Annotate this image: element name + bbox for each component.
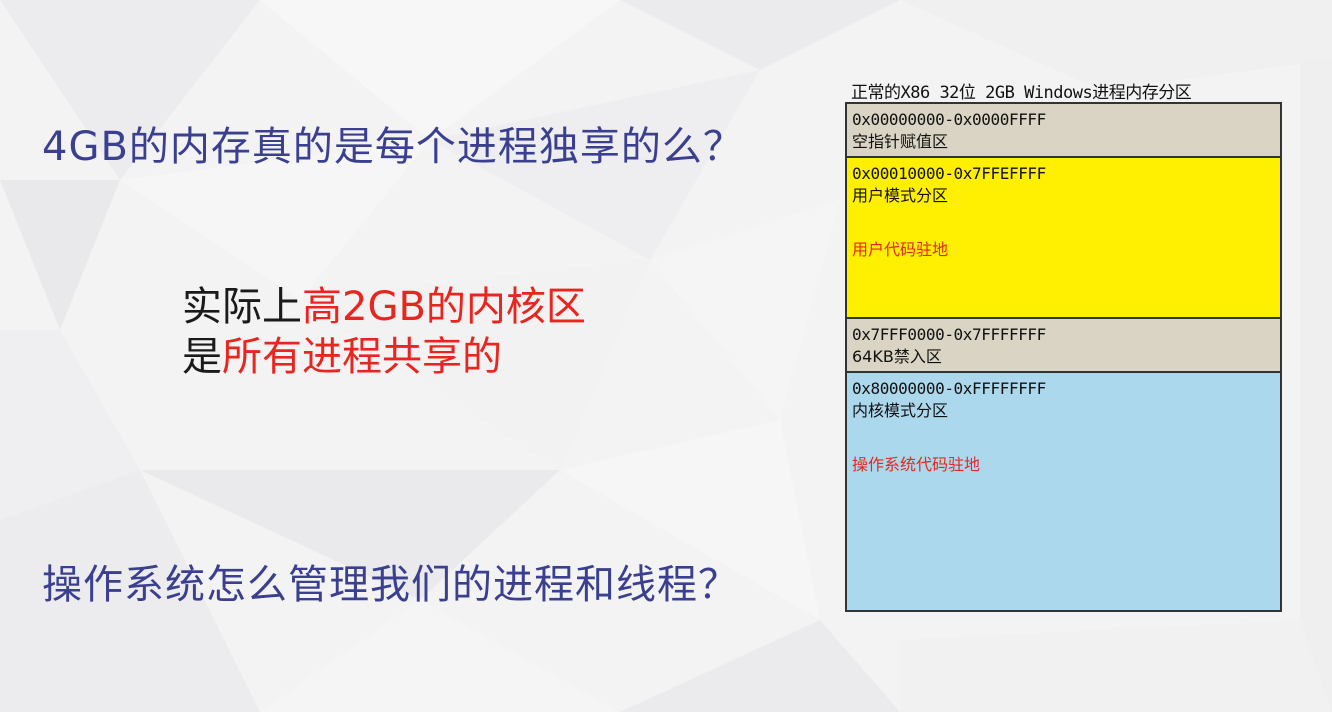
question-exclusive-memory: 4GB的内存真的是每个进程独享的么？	[42, 124, 744, 170]
region-address-range: 0x80000000-0xFFFFFFFF	[852, 379, 1046, 398]
kernel-note-line-1: 实际上高2GB的内核区	[182, 282, 586, 332]
region-kernel-mode: 0x80000000-0xFFFFFFFF 内核模式分区 操作系统代码驻地	[845, 371, 1282, 612]
kernel-note-line-2: 是所有进程共享的	[182, 332, 586, 382]
region-name: 64KB禁入区	[852, 347, 942, 366]
region-address-range: 0x7FFF0000-0x7FFFFFFF	[852, 325, 1046, 344]
region-name: 内核模式分区	[852, 401, 949, 420]
region-name: 空指针赋值区	[852, 132, 949, 151]
region-note: 操作系统代码驻地	[852, 455, 981, 474]
region-address-range: 0x00010000-0x7FFEFFFF	[852, 164, 1046, 183]
memory-diagram-title: 正常的X86 32位 2GB Windows进程内存分区	[851, 83, 1192, 103]
region-user-mode: 0x00010000-0x7FFEFFFF 用户模式分区 用户代码驻地	[845, 156, 1282, 319]
region-name: 用户模式分区	[852, 186, 949, 205]
question-process-management: 操作系统怎么管理我们的进程和线程？	[42, 562, 739, 608]
kernel-shared-note: 实际上高2GB的内核区 是所有进程共享的	[182, 282, 586, 382]
region-note: 用户代码驻地	[852, 240, 949, 259]
region-address-range: 0x00000000-0x0000FFFF	[852, 110, 1046, 129]
region-64kb-guard: 0x7FFF0000-0x7FFFFFFF 64KB禁入区	[845, 317, 1282, 373]
kernel-note-text: 实际上	[182, 284, 302, 330]
region-null-pointer: 0x00000000-0x0000FFFF 空指针赋值区	[845, 102, 1282, 158]
kernel-note-text: 是	[182, 334, 222, 380]
kernel-note-highlight: 所有进程共享的	[222, 334, 502, 380]
kernel-note-highlight: 高2GB的内核区	[302, 284, 586, 330]
